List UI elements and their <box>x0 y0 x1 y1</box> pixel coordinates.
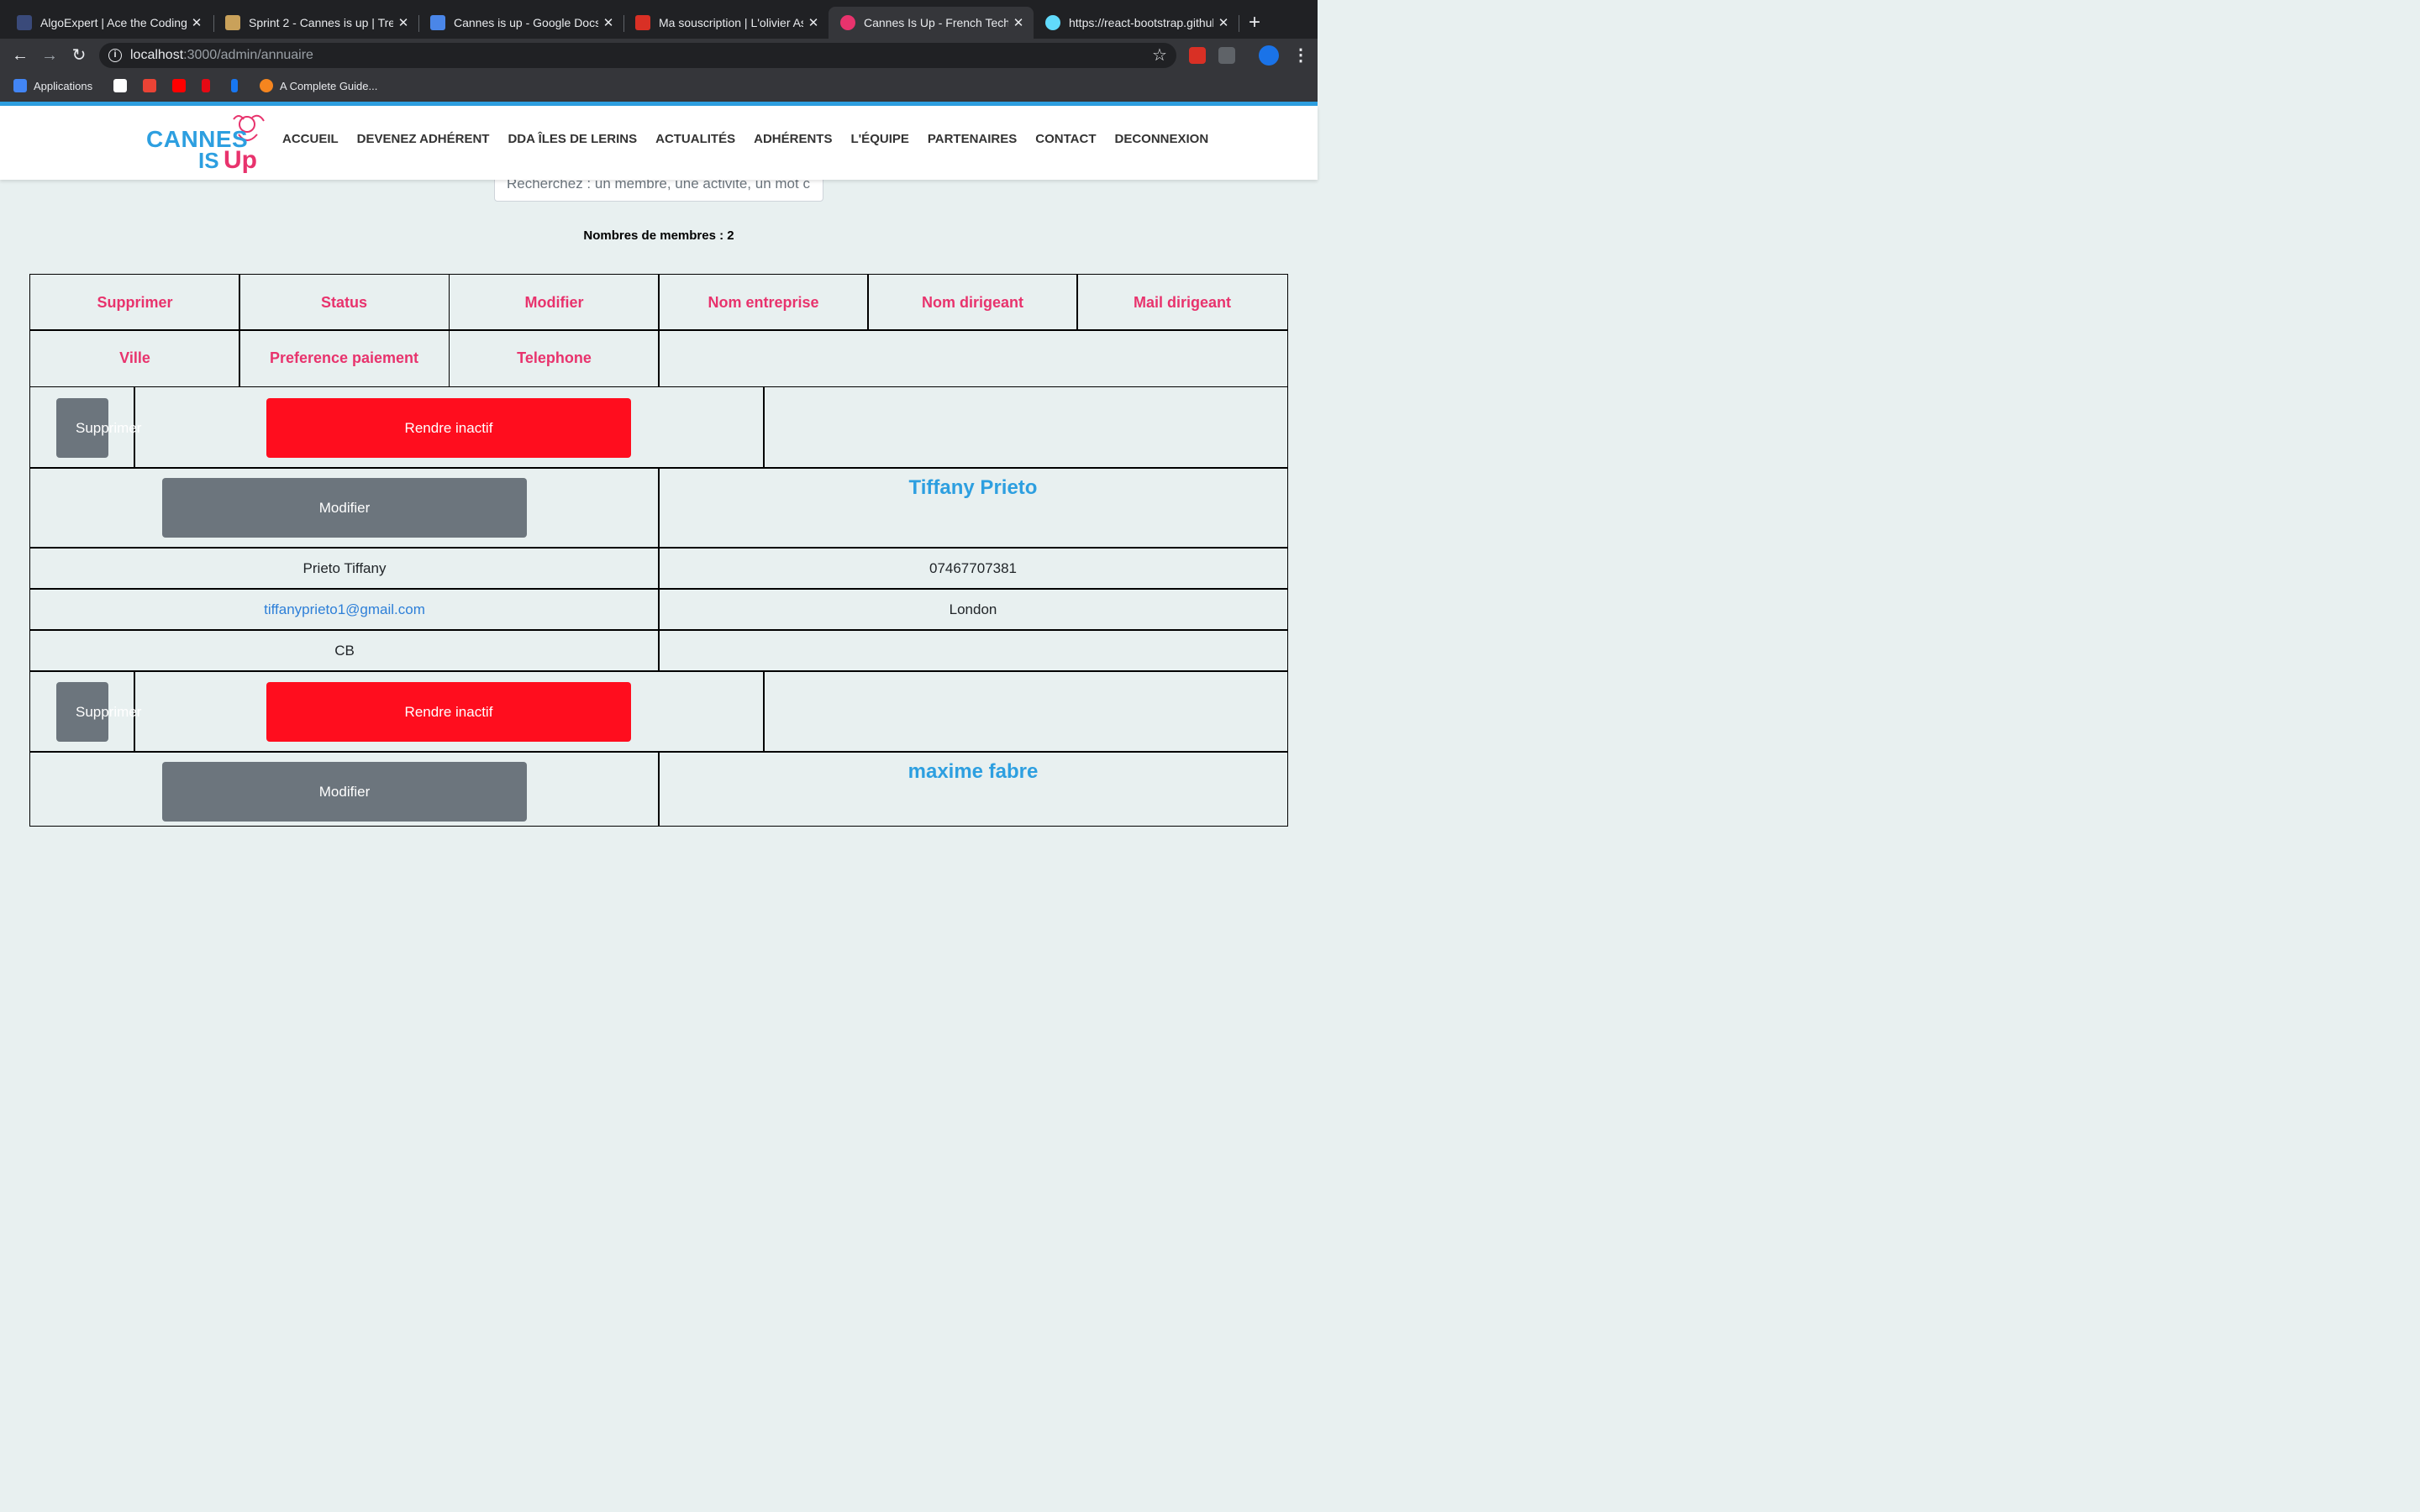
youtube-icon <box>172 79 186 92</box>
header-cell: Nom dirigeant <box>867 274 1078 331</box>
table-cell <box>763 386 1288 469</box>
director-email[interactable]: tiffanyprieto1@gmail.com <box>29 588 660 631</box>
site-logo[interactable]: CANNES IS Up <box>145 111 269 175</box>
header-cell: Supprimer <box>29 274 240 331</box>
olivier-favicon <box>635 15 650 30</box>
nav-dda-iles-de-lerins[interactable]: DDA ÎLES DE LERINS <box>508 132 637 146</box>
header-cell: Status <box>239 274 450 331</box>
table-filler <box>658 629 1288 672</box>
bookmark-item[interactable]: Applications <box>13 77 92 94</box>
modify-button[interactable]: Modifier <box>162 478 527 538</box>
facebook-icon <box>231 79 238 92</box>
close-icon[interactable]: ✕ <box>393 15 413 30</box>
main-menu: ACCUEIL DEVENEZ ADHÉRENT DDA ÎLES DE LER… <box>282 132 1208 146</box>
browser-tab-active[interactable]: Cannes Is Up - French Tech ✕ <box>829 7 1034 39</box>
forward-arrow-icon[interactable]: → <box>39 45 60 66</box>
tab-title: Ma souscription | L'olivier Assurance <box>659 16 803 29</box>
bookmarks-bar: Applications A Complete Guide... <box>0 74 1318 97</box>
url-host: localhost <box>130 48 184 62</box>
deactivate-button[interactable]: Rendre inactif <box>266 398 631 458</box>
logo-text: IS <box>198 148 219 173</box>
address-bar[interactable]: i localhost:3000/admin/annuaire <box>99 43 1176 68</box>
profile-avatar[interactable] <box>1259 45 1279 66</box>
nav-actualites[interactable]: ACTUALITÉS <box>655 132 735 146</box>
bookmark-label: A Complete Guide... <box>280 79 378 92</box>
close-icon[interactable]: ✕ <box>187 15 207 30</box>
nav-accueil[interactable]: ACCUEIL <box>282 132 339 146</box>
city: London <box>658 588 1288 631</box>
browser-tab[interactable]: Cannes is up - Google Docs ✕ <box>418 7 623 39</box>
bookmark-star-icon[interactable]: ☆ <box>1152 45 1167 66</box>
amazon-icon <box>113 79 127 92</box>
react-favicon <box>1045 15 1060 30</box>
logo-text: Up <box>224 146 257 174</box>
delete-button[interactable]: Supprimer <box>56 682 141 742</box>
browser-tab[interactable]: AlgoExpert | Ace the Coding Interviews ✕ <box>5 7 212 39</box>
header-cell: Ville <box>29 329 240 387</box>
director-name: Prieto Tiffany <box>29 547 660 590</box>
algoexpert-favicon <box>17 15 32 30</box>
nav-devenez-adherent[interactable]: DEVENEZ ADHÉRENT <box>357 132 490 146</box>
close-icon[interactable]: ✕ <box>1008 15 1028 30</box>
nav-partenaires[interactable]: PARTENAIRES <box>928 132 1017 146</box>
apps-grid-icon <box>13 79 27 92</box>
phone-number: 07467707381 <box>658 547 1288 590</box>
nav-deconnexion[interactable]: DECONNEXION <box>1115 132 1209 146</box>
header-cell: Mail dirigeant <box>1076 274 1288 331</box>
member-count: Nombres de membres : 2 <box>583 228 734 243</box>
company-name: Tiffany Prieto <box>658 467 1288 549</box>
company-name: maxime fabre <box>658 751 1288 827</box>
payment-preference: CB <box>29 629 660 672</box>
close-icon[interactable]: ✕ <box>598 15 618 30</box>
header-cell: Telephone <box>449 329 660 387</box>
gmail-icon <box>143 79 156 92</box>
browser-tab[interactable]: https://react-bootstrap.github.io ✕ <box>1034 7 1239 39</box>
tab-title: https://react-bootstrap.github.io <box>1069 16 1213 29</box>
browser-tab[interactable]: Sprint 2 - Cannes is up | Trello ✕ <box>213 7 418 39</box>
tab-strip: AlgoExpert | Ace the Coding Interviews ✕… <box>0 0 1318 39</box>
site-info-icon[interactable]: i <box>108 49 122 62</box>
reload-icon[interactable]: ↻ <box>69 45 89 66</box>
url-path: :3000/admin/annuaire <box>183 48 313 62</box>
kebab-menu-icon[interactable]: ⋮ <box>1292 45 1309 66</box>
bookmark-item[interactable] <box>202 77 217 94</box>
modify-button[interactable]: Modifier <box>162 762 527 822</box>
close-icon[interactable]: ✕ <box>803 15 823 30</box>
tab-title: Cannes Is Up - French Tech <box>864 16 1008 29</box>
close-icon[interactable]: ✕ <box>1213 15 1234 30</box>
header-cell: Preference paiement <box>239 329 450 387</box>
google-docs-favicon <box>430 15 445 30</box>
bookmark-item[interactable] <box>172 77 192 94</box>
tab-title: Sprint 2 - Cannes is up | Trello <box>249 16 393 29</box>
bookmark-item[interactable] <box>231 77 245 94</box>
bookmark-item[interactable] <box>113 77 134 94</box>
bookmark-item[interactable] <box>143 77 163 94</box>
header-filler <box>658 329 1288 387</box>
new-tab-icon[interactable]: + <box>1249 12 1260 34</box>
deactivate-button[interactable]: Rendre inactif <box>266 682 631 742</box>
bookmark-item[interactable]: A Complete Guide... <box>260 77 377 94</box>
browser-tab[interactable]: Ma souscription | L'olivier Assurance ✕ <box>623 7 829 39</box>
bookmark-label: Applications <box>34 79 93 92</box>
cannes-favicon <box>840 15 855 30</box>
nav-equipe[interactable]: L'ÉQUIPE <box>850 132 908 146</box>
tab-title: Cannes is up - Google Docs <box>454 16 598 29</box>
netflix-icon <box>202 79 210 92</box>
delete-button[interactable]: Supprimer <box>56 398 141 458</box>
guide-icon <box>260 79 273 92</box>
browser-chrome: AlgoExpert | Ace the Coding Interviews ✕… <box>0 0 1318 102</box>
nav-contact[interactable]: CONTACT <box>1035 132 1096 146</box>
nav-adherents[interactable]: ADHÉRENTS <box>754 132 832 146</box>
trello-favicon <box>225 15 240 30</box>
tab-title: AlgoExpert | Ace the Coding Interviews <box>40 16 187 29</box>
back-arrow-icon[interactable]: ← <box>10 45 30 66</box>
extension-icon[interactable] <box>1189 47 1206 64</box>
table-cell <box>763 670 1288 753</box>
header-cell: Modifier <box>449 274 660 331</box>
extension-icon[interactable] <box>1218 47 1235 64</box>
header-cell: Nom entreprise <box>658 274 869 331</box>
